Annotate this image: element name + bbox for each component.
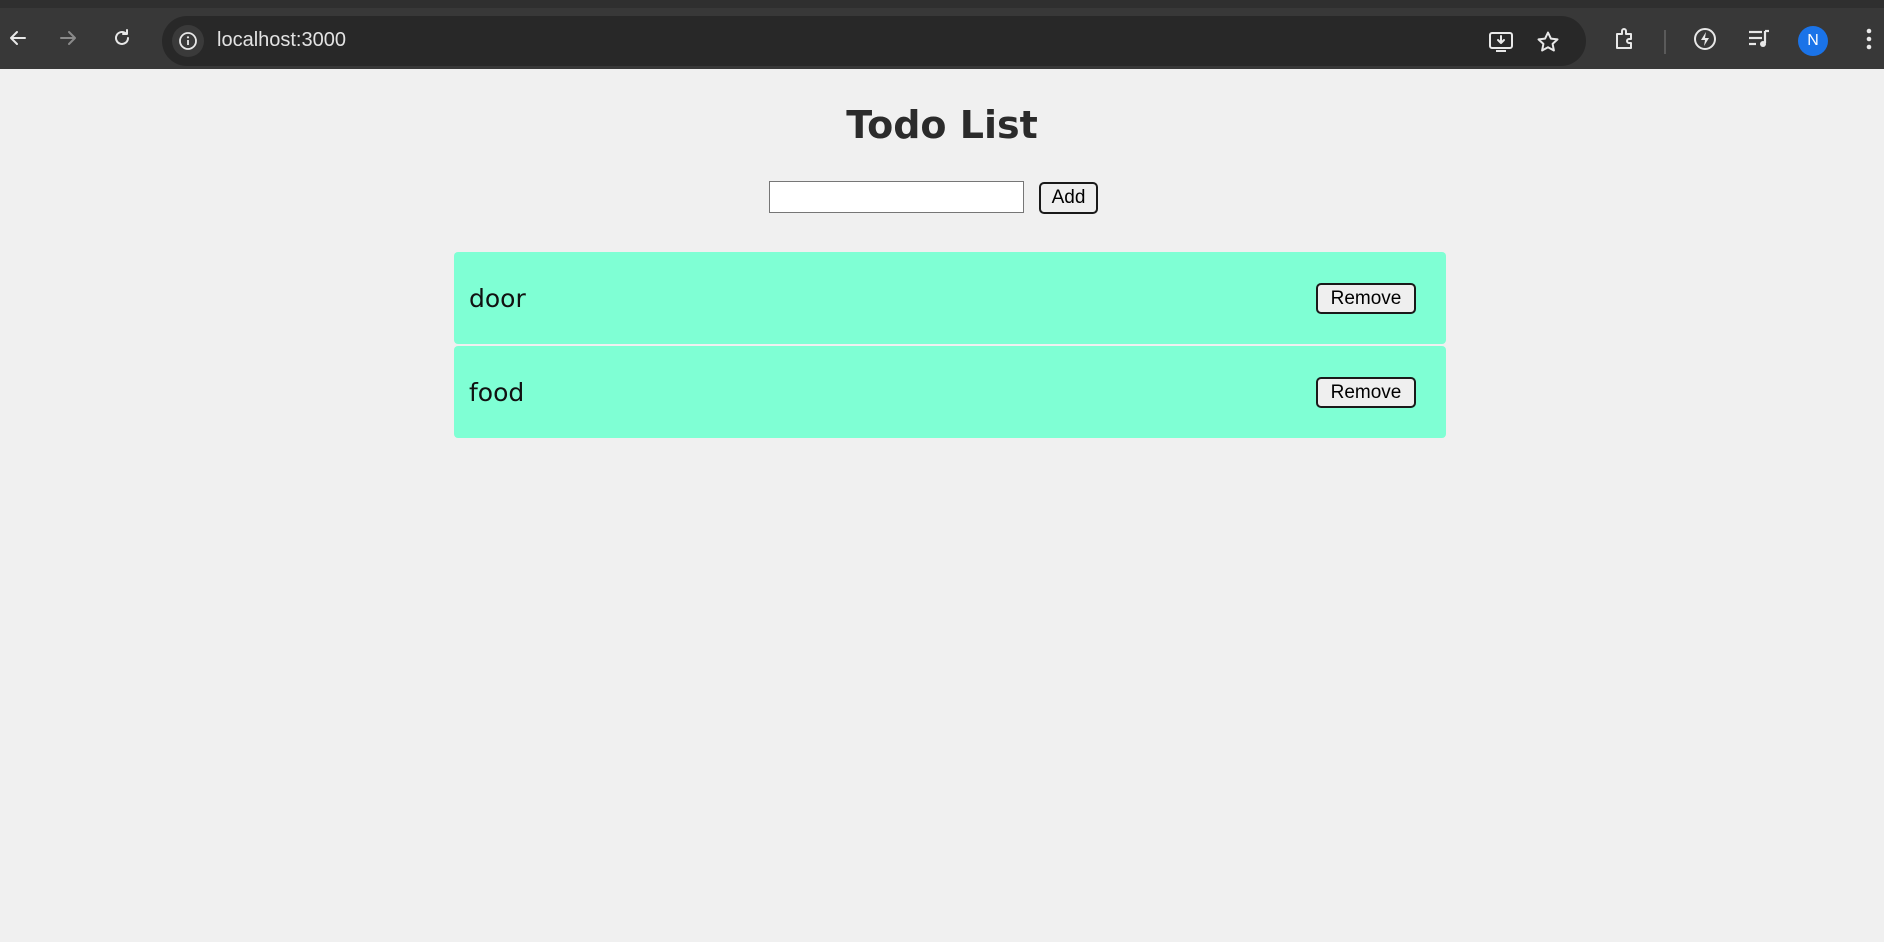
page-title: Todo List	[846, 103, 1038, 147]
bookmark-star-icon[interactable]	[1535, 29, 1561, 55]
site-info-icon[interactable]	[172, 25, 204, 57]
browser-toolbar-inner: localhost:3000 N	[0, 8, 1884, 69]
todo-item: door Remove	[454, 252, 1446, 344]
add-button[interactable]: Add	[1039, 182, 1098, 214]
todo-item-text: door	[469, 284, 526, 313]
todo-list: door Remove food Remove	[454, 252, 1446, 440]
media-queue-icon[interactable]	[1744, 24, 1774, 54]
todo-item-text: food	[469, 378, 525, 407]
install-app-icon[interactable]	[1488, 29, 1514, 55]
profile-avatar[interactable]: N	[1798, 26, 1828, 56]
forward-icon[interactable]	[50, 20, 86, 56]
reload-icon[interactable]	[104, 20, 140, 56]
more-menu-icon[interactable]	[1854, 24, 1884, 54]
back-icon[interactable]	[0, 20, 36, 56]
address-bar[interactable]: localhost:3000	[162, 16, 1586, 66]
remove-button[interactable]: Remove	[1316, 377, 1416, 408]
remove-button[interactable]: Remove	[1316, 283, 1416, 314]
browser-toolbar: localhost:3000 N	[0, 0, 1884, 69]
page-content: Todo List Add door Remove food Remove	[0, 69, 1884, 942]
extensions-icon[interactable]	[1610, 24, 1640, 54]
todo-item: food Remove	[454, 346, 1446, 438]
performance-icon[interactable]	[1690, 24, 1720, 54]
toolbar-divider	[1664, 30, 1666, 54]
address-url[interactable]: localhost:3000	[217, 29, 346, 52]
todo-input[interactable]	[769, 181, 1024, 213]
